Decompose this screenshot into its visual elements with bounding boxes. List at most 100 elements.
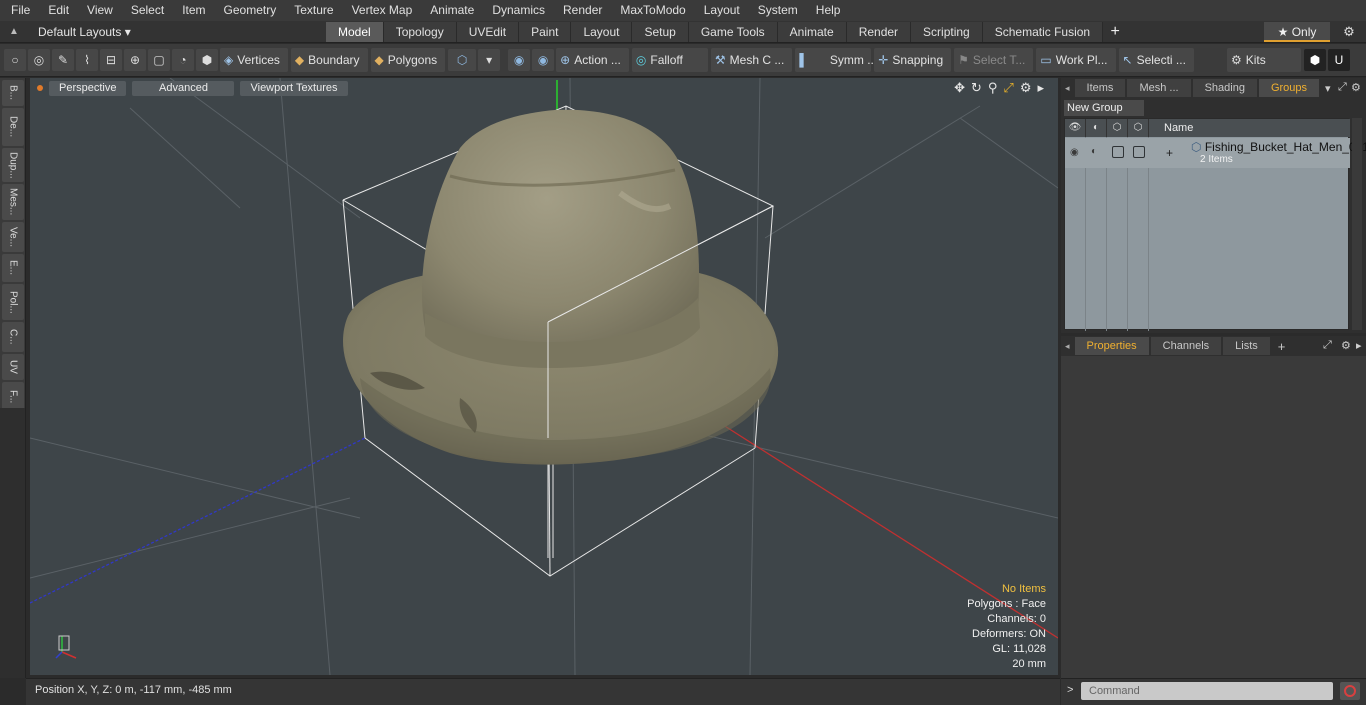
properties-settings-icon[interactable]: ⚙ <box>1341 339 1351 352</box>
properties-tab-lists[interactable]: Lists <box>1223 337 1270 355</box>
globe-icon[interactable]: ◎ <box>28 49 50 71</box>
properties-expand-icon[interactable]: ⤢ <box>1323 339 1332 352</box>
new-group-button[interactable]: New Group <box>1064 100 1144 116</box>
boundary-button[interactable]: ◆ Boundary <box>290 48 368 72</box>
select-column-icon[interactable]: ⬡ <box>1128 119 1149 137</box>
vertices-button[interactable]: ◈ Vertices <box>220 48 288 72</box>
add-tab-icon[interactable]: + <box>1103 23 1127 41</box>
polygons-button[interactable]: ◆ Polygons <box>370 48 446 72</box>
3d-viewport[interactable]: Perspective Advanced Viewport Textures ✥… <box>30 78 1058 675</box>
advanced-button[interactable]: Advanced <box>132 80 235 96</box>
menu-select[interactable]: Select <box>122 0 173 21</box>
render-toggle-icon[interactable]: ◐ <box>1091 146 1103 158</box>
viewport-expand-icon[interactable]: ▸ <box>1037 80 1044 96</box>
pan-icon[interactable]: ✥ <box>954 80 965 96</box>
menu-texture[interactable]: Texture <box>285 0 342 21</box>
work-plane-button[interactable]: ▭ Work Pl... <box>1036 48 1116 72</box>
items-tab-mesh[interactable]: Mesh ... <box>1127 79 1191 97</box>
lock-column-icon[interactable]: ⬡ <box>1107 119 1128 137</box>
layout-collapse-icon[interactable]: ▲ <box>0 26 28 37</box>
record-macro-button[interactable] <box>1340 682 1360 700</box>
menu-render[interactable]: Render <box>554 0 611 21</box>
left-tab-0[interactable]: B... <box>2 80 24 106</box>
tab-animate[interactable]: Animate <box>777 21 847 42</box>
fit-icon[interactable]: ⤢ <box>1003 80 1013 96</box>
items-tabs-dropdown-icon[interactable]: ▾ <box>1325 82 1331 95</box>
cube-icon[interactable]: ⬢ <box>1303 49 1326 71</box>
tab-topology[interactable]: Topology <box>383 21 457 42</box>
tab-scripting[interactable]: Scripting <box>911 21 983 42</box>
menu-view[interactable]: View <box>78 0 122 21</box>
group-row[interactable]: ◉ ◐ + ⬡ Fishing_Bucket_Hat_Men_001... 2 … <box>1065 138 1366 168</box>
tab-layout[interactable]: Layout <box>571 21 633 42</box>
selection-sets-button[interactable]: ↖ Selecti ... <box>1118 48 1194 72</box>
tab-setup[interactable]: Setup <box>632 21 689 42</box>
menu-system[interactable]: System <box>749 0 807 21</box>
properties-collapse-icon[interactable]: ◂ <box>1065 341 1070 352</box>
left-tab-5[interactable]: E... <box>2 254 24 282</box>
add-properties-tab-icon[interactable]: + <box>1278 339 1286 354</box>
viewport-textures-button[interactable]: Viewport Textures <box>240 80 348 96</box>
viewport-menu-dot-icon[interactable] <box>37 85 43 91</box>
items-tab-shading[interactable]: Shading <box>1192 79 1257 97</box>
menu-dynamics[interactable]: Dynamics <box>483 0 554 21</box>
shield-icon[interactable]: ⬢ <box>196 49 218 71</box>
action-button[interactable]: ⊕ Action ... <box>556 48 629 72</box>
zoom-icon[interactable]: ⚲ <box>988 80 998 96</box>
snapping-button[interactable]: ✛ Snapping <box>874 48 952 72</box>
tab-uvedit[interactable]: UVEdit <box>456 21 520 42</box>
panel-expand-icon[interactable]: ⤢ <box>1338 81 1347 94</box>
tab-render[interactable]: Render <box>846 21 912 42</box>
visibility-column-icon[interactable]: 👁 <box>1065 119 1086 137</box>
properties-tab-channels[interactable]: Channels <box>1150 337 1222 355</box>
tab-model[interactable]: Model <box>326 21 384 42</box>
unreal-icon[interactable]: U <box>1327 49 1350 71</box>
layouts-dropdown[interactable]: Default Layouts ▾ <box>28 25 328 39</box>
left-tab-2[interactable]: Dup... <box>2 148 24 182</box>
menu-vertex-map[interactable]: Vertex Map <box>343 0 422 21</box>
select-checkbox[interactable] <box>1133 146 1145 158</box>
items-tab-groups[interactable]: Groups <box>1258 79 1320 97</box>
name-column-header[interactable]: Name <box>1149 122 1193 134</box>
align-icon[interactable]: ⊟ <box>100 49 122 71</box>
menu-layout[interactable]: Layout <box>695 0 749 21</box>
menu-edit[interactable]: Edit <box>39 0 78 21</box>
left-tab-3[interactable]: Mes... <box>2 184 24 220</box>
render-column-icon[interactable]: ◐ <box>1086 119 1107 137</box>
circle-select-icon[interactable]: ○ <box>4 49 26 71</box>
menu-geometry[interactable]: Geometry <box>215 0 286 21</box>
items-tab-items[interactable]: Items <box>1074 79 1126 97</box>
menu-file[interactable]: File <box>0 0 39 21</box>
orbit-icon[interactable]: ↻ <box>971 80 982 96</box>
brush-icon[interactable]: ⌇ <box>76 49 98 71</box>
rotate-icon[interactable]: ◔ <box>172 49 194 71</box>
left-tab-4[interactable]: Ve... <box>2 222 24 252</box>
gear-icon[interactable]: ⚙ <box>1338 22 1360 42</box>
groups-scrollbar[interactable] <box>1352 118 1362 330</box>
command-input[interactable]: Command <box>1081 682 1333 700</box>
items-collapse-icon[interactable]: ◂ <box>1065 83 1070 94</box>
properties-tab-properties[interactable]: Properties <box>1074 337 1149 355</box>
symmetry-button[interactable]: ▌ Symm ... <box>795 48 877 72</box>
tab-schematic-fusion[interactable]: Schematic Fusion <box>982 21 1104 42</box>
lock-checkbox[interactable] <box>1112 146 1124 158</box>
tab-paint[interactable]: Paint <box>519 21 572 42</box>
item-mode-icon[interactable]: ⬡ <box>448 49 477 71</box>
snap-vertex-icon[interactable]: ◉ <box>508 49 531 71</box>
frame-icon[interactable]: ▢ <box>148 49 170 71</box>
eye-icon[interactable]: ◉ <box>1070 147 1079 158</box>
left-tab-7[interactable]: C... <box>2 322 24 352</box>
snap-face-icon[interactable]: ◉ <box>532 49 555 71</box>
menu-animate[interactable]: Animate <box>421 0 483 21</box>
properties-menu-icon[interactable]: ▸ <box>1356 339 1362 352</box>
left-tab-8[interactable]: UV <box>2 354 24 380</box>
viewport-settings-icon[interactable]: ⚙ <box>1020 80 1032 96</box>
falloff-button[interactable]: ◎ Falloff <box>631 48 708 72</box>
dropdown-arrow-icon[interactable]: ▾ <box>478 49 501 71</box>
menu-help[interactable]: Help <box>807 0 850 21</box>
mesh-constraint-button[interactable]: ⚒ Mesh C ... <box>710 48 793 72</box>
menu-maxtomodo[interactable]: MaxToModo <box>611 0 694 21</box>
panel-settings-icon[interactable]: ⚙ <box>1351 81 1361 94</box>
perspective-button[interactable]: Perspective <box>49 80 127 96</box>
kits-button[interactable]: ⚙ Kits <box>1226 48 1301 72</box>
